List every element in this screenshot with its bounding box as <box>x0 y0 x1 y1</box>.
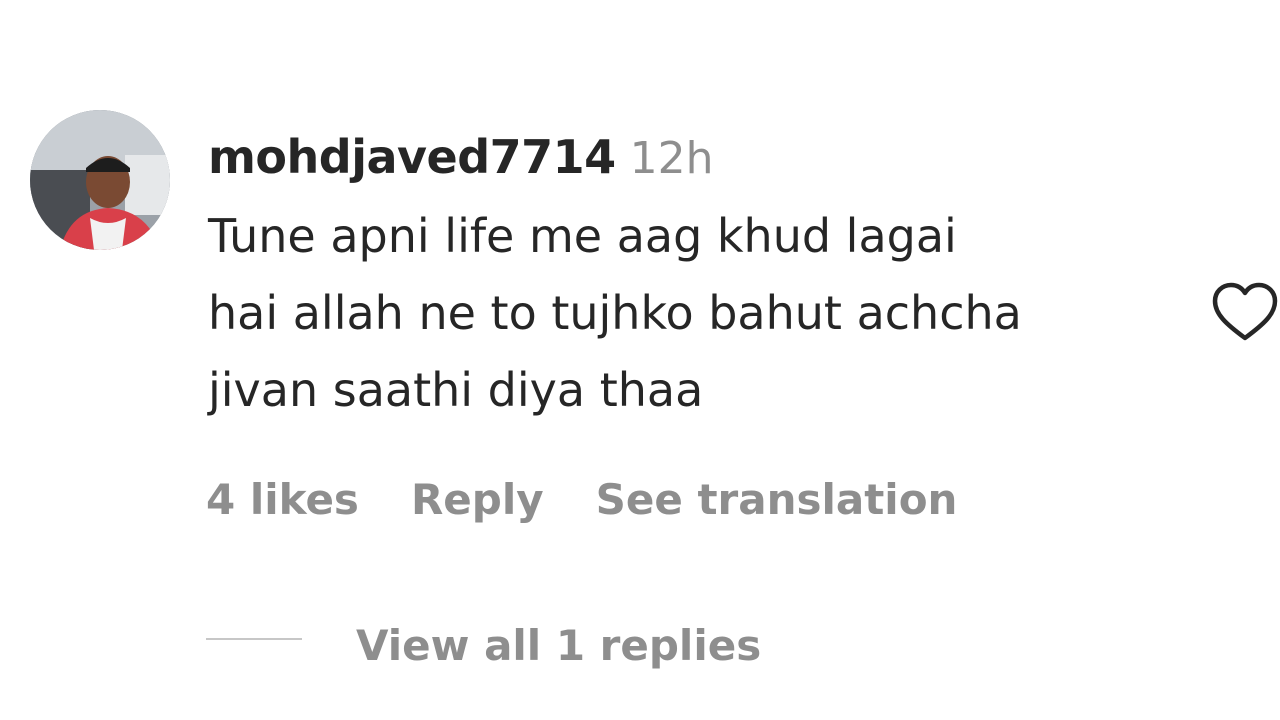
comment-page: mohdjaved7714 12h Tune apni life me aag k… <box>0 0 1280 720</box>
comment-text-line: hai allah ne to tujhko bahut achcha <box>208 286 1022 340</box>
view-replies-button[interactable]: View all 1 replies <box>356 616 761 676</box>
replies-divider <box>206 638 302 640</box>
previous-comment-fragment <box>420 0 510 6</box>
timestamp: 12h <box>629 133 714 184</box>
avatar[interactable] <box>30 110 170 250</box>
heart-outline-icon[interactable] <box>1210 280 1280 344</box>
comment-header: mohdjaved7714 12h <box>208 122 1188 192</box>
likes-count[interactable]: 4 likes <box>206 475 359 524</box>
comment-actions: 4 likes Reply See translation <box>206 470 1009 530</box>
comment-text-line: Tune apni life me aag khud lagai <box>208 209 957 263</box>
see-translation-button[interactable]: See translation <box>596 475 958 524</box>
comment-text-line: jivan saathi diya thaa <box>208 363 704 417</box>
username[interactable]: mohdjaved7714 <box>208 130 616 184</box>
avatar-photo <box>30 110 170 250</box>
comment-body: mohdjaved7714 12h Tune apni life me aag k… <box>208 122 1188 429</box>
reply-button[interactable]: Reply <box>411 475 544 524</box>
comment-text: Tune apni life me aag khud lagai hai all… <box>208 198 1188 429</box>
